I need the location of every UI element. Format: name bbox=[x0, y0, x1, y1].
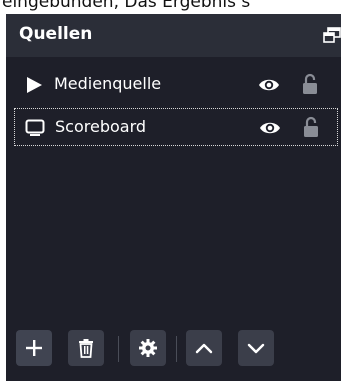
toolbar-divider bbox=[176, 336, 177, 362]
source-item-scoreboard[interactable]: Scoreboard bbox=[14, 108, 338, 146]
document-caption-fragment: eingebunden, Das Ergebnis s bbox=[2, 0, 251, 12]
gear-icon bbox=[139, 339, 157, 357]
sources-toolbar bbox=[6, 330, 341, 368]
toolbar-divider bbox=[118, 336, 119, 362]
chevron-up-icon bbox=[195, 343, 213, 354]
play-icon bbox=[27, 77, 42, 93]
source-properties-button[interactable] bbox=[130, 330, 166, 366]
eye-icon[interactable] bbox=[258, 76, 280, 94]
chevron-down-icon bbox=[247, 343, 265, 354]
move-source-down-button[interactable] bbox=[238, 330, 274, 366]
move-source-up-button[interactable] bbox=[186, 330, 222, 366]
remove-source-button[interactable] bbox=[68, 330, 104, 366]
source-label: Medienquelle bbox=[54, 74, 162, 93]
sources-dock-header: Quellen bbox=[6, 14, 341, 57]
plus-icon bbox=[26, 340, 42, 356]
dock-title: Quellen bbox=[19, 24, 93, 44]
lock-icon[interactable] bbox=[302, 73, 318, 95]
add-source-button[interactable] bbox=[16, 330, 52, 366]
eye-icon[interactable] bbox=[259, 119, 281, 137]
trash-icon bbox=[79, 339, 93, 358]
source-item-medienquelle[interactable]: Medienquelle bbox=[14, 66, 338, 104]
window-restore-icon[interactable] bbox=[323, 27, 341, 43]
sources-dock: Quellen Medienquelle Scoreboard bbox=[6, 14, 341, 381]
monitor-icon bbox=[25, 119, 45, 136]
source-label: Scoreboard bbox=[55, 117, 147, 136]
lock-icon[interactable] bbox=[303, 116, 319, 138]
